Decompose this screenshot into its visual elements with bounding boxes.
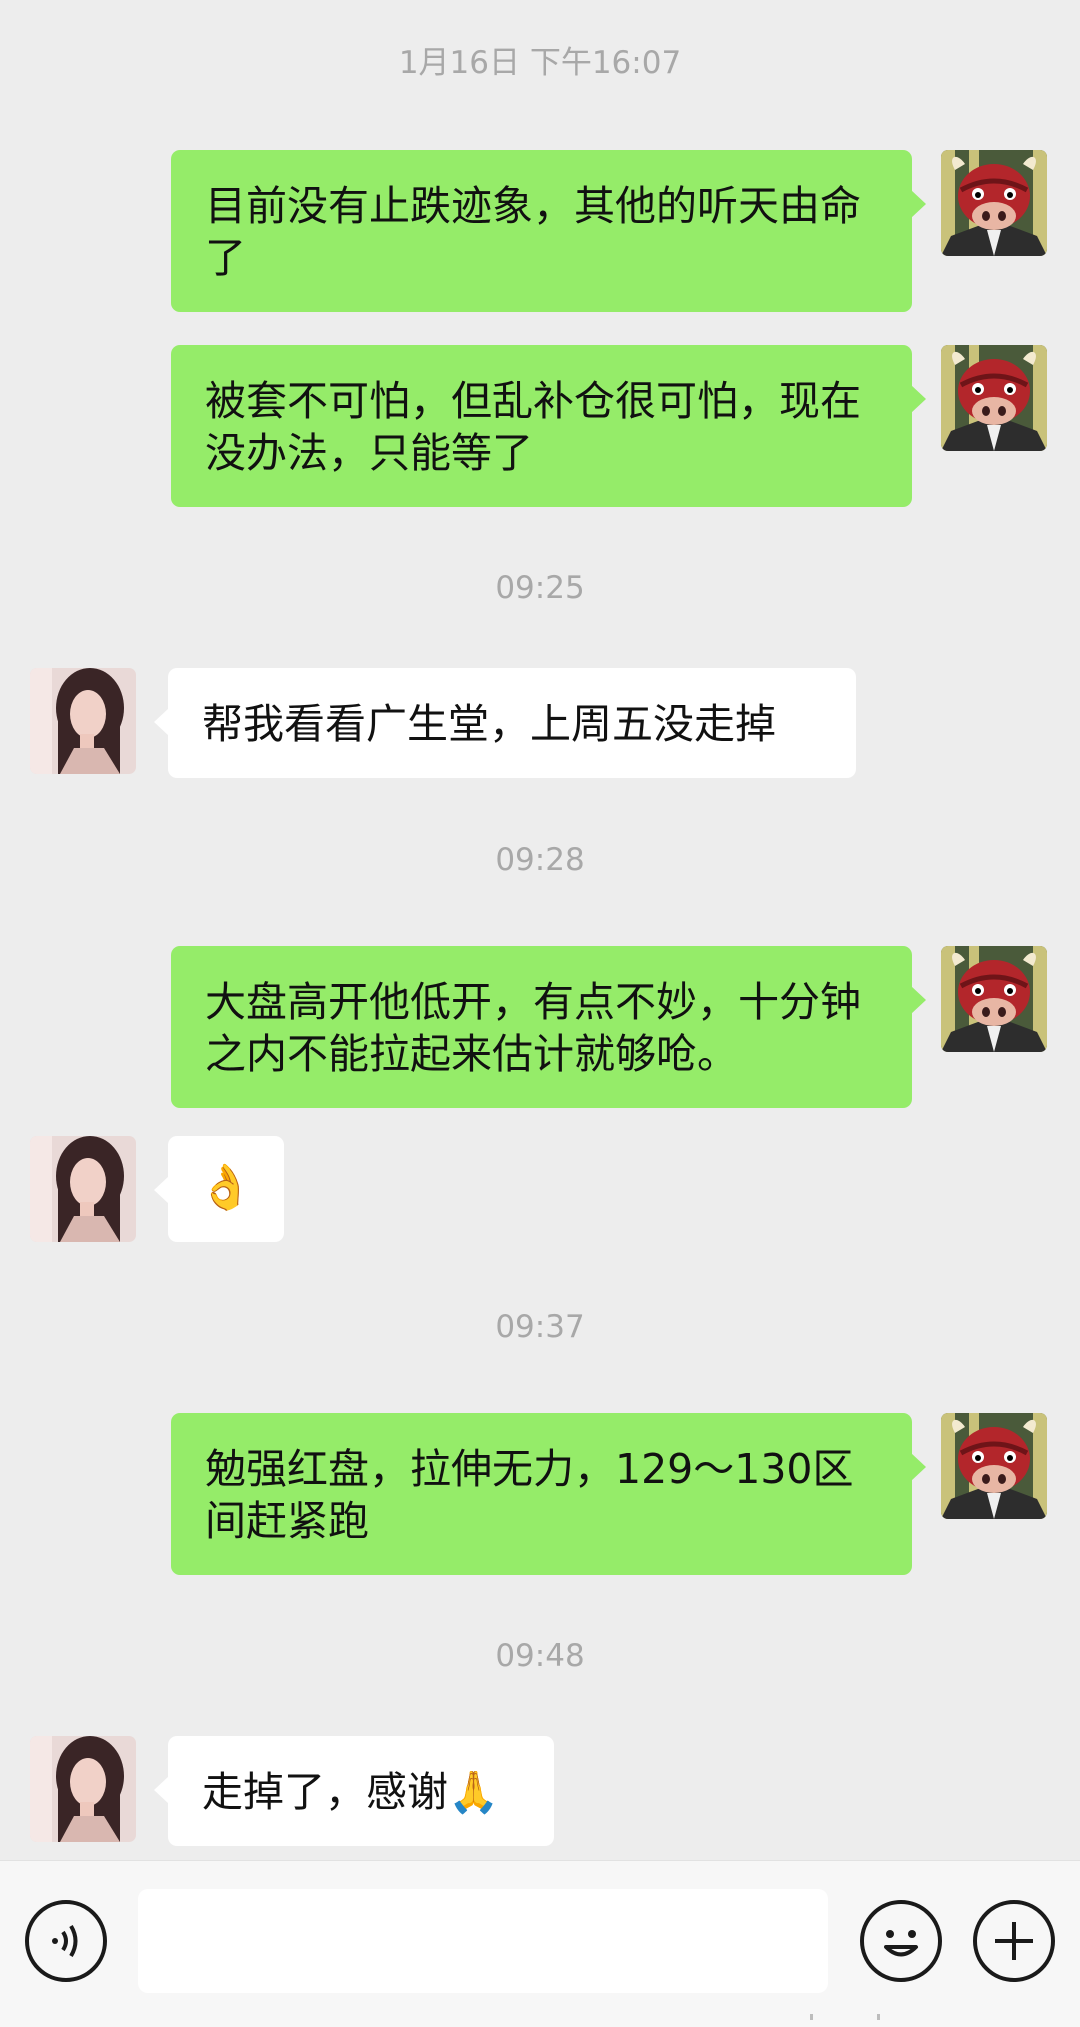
timestamp: 09:28 [495,842,585,878]
message-bubble-self[interactable]: 大盘高开他低开，有点不妙，十分钟之内不能拉起来估计就够呛。 [171,946,926,1108]
bull-icon [941,946,1047,1052]
timestamp: 09:37 [495,1309,585,1345]
bull-icon [941,150,1047,256]
home-indicator [810,2014,880,2020]
girl-photo-icon [30,1136,136,1242]
girl-photo-icon [30,668,136,774]
bull-avatar[interactable] [941,345,1047,451]
more-button[interactable] [973,1900,1055,1982]
message-bubble-self[interactable]: 勉强红盘，拉伸无力，129～130区间赶紧跑 [171,1413,926,1575]
girl-avatar[interactable] [30,1136,136,1242]
message-bubble-self[interactable]: 被套不可怕，但乱补仓很可怕，现在没办法，只能等了 [171,345,926,507]
bull-avatar[interactable] [941,946,1047,1052]
girl-avatar[interactable] [30,668,136,774]
bull-icon [941,1413,1047,1519]
plus-icon [995,1922,1033,1960]
bull-icon [941,345,1047,451]
girl-avatar[interactable] [30,1736,136,1842]
bull-avatar[interactable] [941,1413,1047,1519]
timestamp: 1月16日 下午16:07 [398,45,682,81]
message-bubble-other[interactable]: 走掉了，感谢🙏 [154,1736,554,1846]
voice-button[interactable] [25,1900,107,1982]
timestamp: 09:48 [495,1638,585,1674]
message-bubble-self[interactable]: 目前没有止跌迹象，其他的听天由命了 [171,150,926,312]
bull-avatar[interactable] [941,150,1047,256]
girl-photo-icon [30,1736,136,1842]
message-bubble-other[interactable]: 👌 [154,1136,284,1242]
message-bubble-other[interactable]: 帮我看看广生堂，上周五没走掉 [154,668,856,778]
emoji-button[interactable] [860,1900,942,1982]
emoji-icon [884,1930,918,1957]
timestamp: 09:25 [495,570,585,606]
voice-icon [52,1924,78,1958]
message-input[interactable] [138,1889,828,1993]
